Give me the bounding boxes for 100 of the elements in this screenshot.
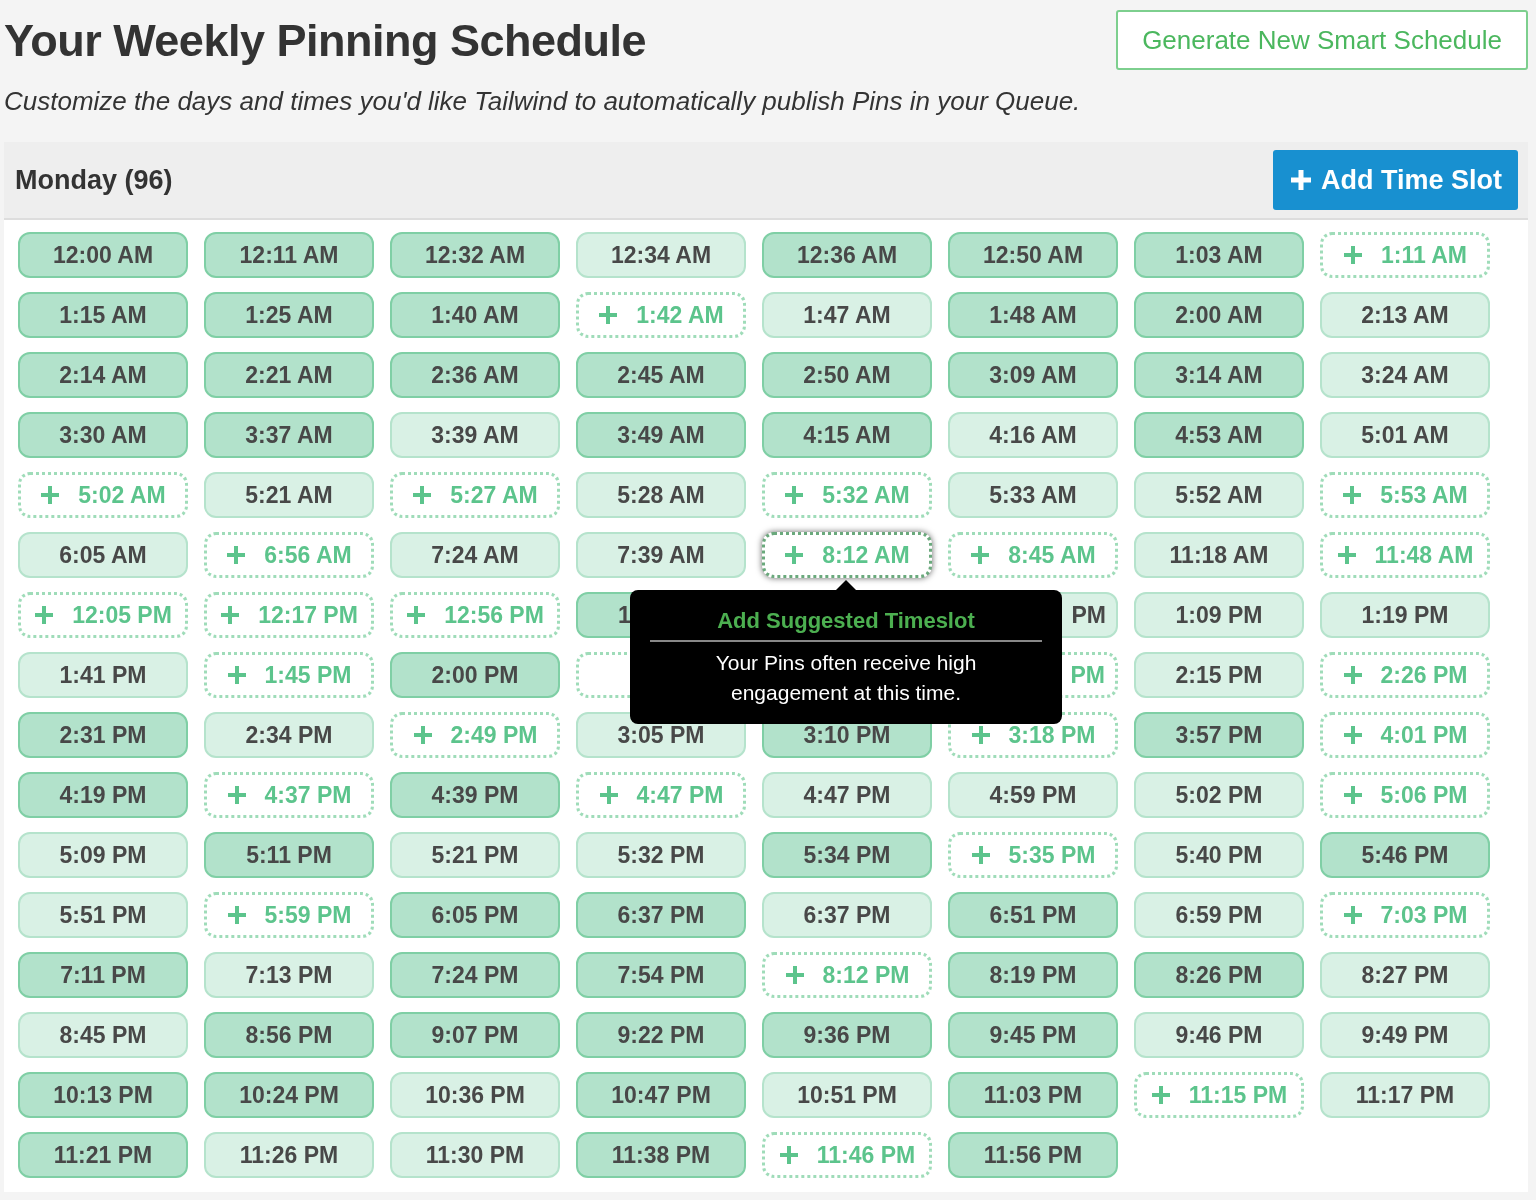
time-slot[interactable]: 1:40 AM xyxy=(390,292,560,338)
time-slot[interactable]: 2:00 PM xyxy=(390,652,560,698)
time-slot[interactable]: 9:49 PM xyxy=(1320,1012,1490,1058)
plus-icon xyxy=(970,545,991,565)
time-slot[interactable]: 7:24 PM xyxy=(390,952,560,998)
plus-icon xyxy=(226,665,247,685)
time-slot[interactable]: 10:36 PM xyxy=(390,1072,560,1118)
plus-icon xyxy=(1342,905,1363,925)
time-slot[interactable]: 6:37 PM xyxy=(762,892,932,938)
time-slot[interactable]: 6:51 PM xyxy=(948,892,1118,938)
time-slot[interactable]: 3:09 AM xyxy=(948,352,1118,398)
time-slot[interactable]: 8:45 PM xyxy=(18,1012,188,1058)
time-slot[interactable]: 8:27 PM xyxy=(1320,952,1490,998)
time-slot[interactable]: 4:16 AM xyxy=(948,412,1118,458)
time-slot[interactable]: 12:34 AM xyxy=(576,232,746,278)
time-slot[interactable]: 9:36 PM xyxy=(762,1012,932,1058)
time-slot[interactable]: 9:07 PM xyxy=(390,1012,560,1058)
time-slot[interactable]: 2:13 AM xyxy=(1320,292,1490,338)
time-slot[interactable]: 11:03 PM xyxy=(948,1072,1118,1118)
time-slot[interactable]: 9:45 PM xyxy=(948,1012,1118,1058)
time-slot[interactable]: 11:26 PM xyxy=(204,1132,374,1178)
time-slot[interactable]: 5:21 AM xyxy=(204,472,374,518)
plus-icon xyxy=(1342,485,1363,505)
time-slot[interactable]: 3:57 PM xyxy=(1134,712,1304,758)
time-slot[interactable]: 5:46 PM xyxy=(1320,832,1490,878)
time-slot[interactable]: 12:32 AM xyxy=(390,232,560,278)
time-slot[interactable]: 5:40 PM xyxy=(1134,832,1304,878)
time-slot[interactable]: 5:09 PM xyxy=(18,832,188,878)
time-slot[interactable]: 2:00 AM xyxy=(1134,292,1304,338)
time-slot[interactable]: 12:11 AM xyxy=(204,232,374,278)
time-slot[interactable]: 2:14 AM xyxy=(18,352,188,398)
time-slot[interactable]: 8:56 PM xyxy=(204,1012,374,1058)
time-slot[interactable]: 4:39 PM xyxy=(390,772,560,818)
time-slot[interactable]: 5:02 PM xyxy=(1134,772,1304,818)
time-slot[interactable]: 3:49 AM xyxy=(576,412,746,458)
time-slot[interactable]: 7:54 PM xyxy=(576,952,746,998)
time-slot[interactable]: 3:30 AM xyxy=(18,412,188,458)
time-slot[interactable]: 7:11 PM xyxy=(18,952,188,998)
time-slot[interactable]: 11:17 PM xyxy=(1320,1072,1490,1118)
plus-icon xyxy=(970,845,991,865)
time-slot[interactable]: 4:15 AM xyxy=(762,412,932,458)
time-slot[interactable]: 3:14 AM xyxy=(1134,352,1304,398)
time-slot[interactable]: 4:53 AM xyxy=(1134,412,1304,458)
add-time-slot-button[interactable]: Add Time Slot xyxy=(1273,150,1518,210)
time-slot[interactable]: 11:21 PM xyxy=(18,1132,188,1178)
time-slot[interactable]: 1:47 AM xyxy=(762,292,932,338)
time-slot[interactable]: 5:51 PM xyxy=(18,892,188,938)
time-slot[interactable]: 4:47 PM xyxy=(762,772,932,818)
time-slot[interactable]: 3:39 AM xyxy=(390,412,560,458)
plus-icon xyxy=(598,785,619,805)
plus-icon xyxy=(784,485,805,505)
time-slot[interactable]: 1:48 AM xyxy=(948,292,1118,338)
time-slot[interactable]: 6:05 AM xyxy=(18,532,188,578)
time-slot[interactable]: 5:33 AM xyxy=(948,472,1118,518)
time-slot[interactable]: 10:13 PM xyxy=(18,1072,188,1118)
time-slot[interactable]: 5:34 PM xyxy=(762,832,932,878)
time-slot[interactable]: 2:31 PM xyxy=(18,712,188,758)
time-slot[interactable]: 12:00 AM xyxy=(18,232,188,278)
time-slot[interactable]: 8:19 PM xyxy=(948,952,1118,998)
time-slot[interactable]: 4:59 PM xyxy=(948,772,1118,818)
time-slot[interactable]: 4:19 PM xyxy=(18,772,188,818)
time-slot[interactable]: 10:24 PM xyxy=(204,1072,374,1118)
time-slot[interactable]: 1:25 AM xyxy=(204,292,374,338)
time-slot[interactable]: 1:19 PM xyxy=(1320,592,1490,638)
time-slot[interactable]: 3:24 AM xyxy=(1320,352,1490,398)
time-slot[interactable]: 2:15 PM xyxy=(1134,652,1304,698)
time-slot[interactable]: 11:30 PM xyxy=(390,1132,560,1178)
time-slot[interactable]: 2:34 PM xyxy=(204,712,374,758)
time-slot[interactable]: 9:46 PM xyxy=(1134,1012,1304,1058)
time-slot[interactable]: 5:01 AM xyxy=(1320,412,1490,458)
time-slot[interactable]: 11:18 AM xyxy=(1134,532,1304,578)
time-slot[interactable]: 7:24 AM xyxy=(390,532,560,578)
time-slot[interactable]: 10:47 PM xyxy=(576,1072,746,1118)
time-slot[interactable]: 5:28 AM xyxy=(576,472,746,518)
time-slot[interactable]: 6:05 PM xyxy=(390,892,560,938)
time-slot[interactable]: 6:59 PM xyxy=(1134,892,1304,938)
time-slot[interactable]: 7:39 AM xyxy=(576,532,746,578)
time-slot[interactable]: 10:51 PM xyxy=(762,1072,932,1118)
time-slot[interactable]: 2:21 AM xyxy=(204,352,374,398)
time-slot[interactable]: 1:09 PM xyxy=(1134,592,1304,638)
time-slot[interactable]: 6:37 PM xyxy=(576,892,746,938)
time-slot[interactable]: 11:56 PM xyxy=(948,1132,1118,1178)
time-slot[interactable]: 2:45 AM xyxy=(576,352,746,398)
time-slot[interactable]: 8:26 PM xyxy=(1134,952,1304,998)
time-slot[interactable]: 1:03 AM xyxy=(1134,232,1304,278)
time-slot[interactable]: 12:50 AM xyxy=(948,232,1118,278)
time-slot[interactable]: 5:21 PM xyxy=(390,832,560,878)
time-slot[interactable]: 5:32 PM xyxy=(576,832,746,878)
time-slot[interactable]: 2:36 AM xyxy=(390,352,560,398)
time-slot[interactable]: 5:52 AM xyxy=(1134,472,1304,518)
time-slot[interactable]: 1:41 PM xyxy=(18,652,188,698)
time-slot[interactable]: 1:15 AM xyxy=(18,292,188,338)
time-slot[interactable]: 12:36 AM xyxy=(762,232,932,278)
time-slot[interactable]: 2:50 AM xyxy=(762,352,932,398)
time-slot[interactable]: 9:22 PM xyxy=(576,1012,746,1058)
time-slot[interactable]: 3:37 AM xyxy=(204,412,374,458)
plus-icon xyxy=(226,785,247,805)
time-slot[interactable]: 11:38 PM xyxy=(576,1132,746,1178)
time-slot[interactable]: 5:11 PM xyxy=(204,832,374,878)
time-slot[interactable]: 7:13 PM xyxy=(204,952,374,998)
